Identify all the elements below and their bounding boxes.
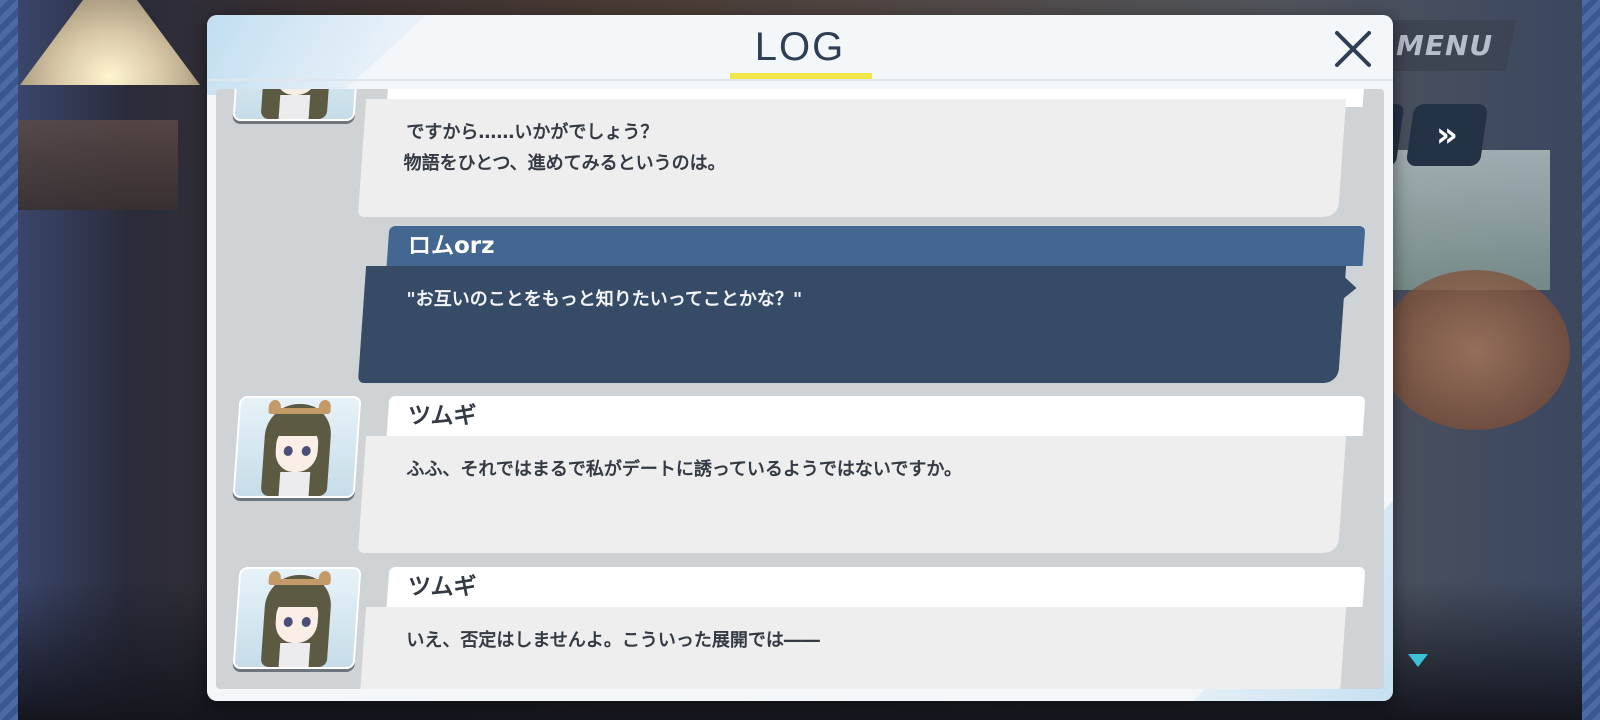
fast-forward-icon: » bbox=[1436, 115, 1458, 155]
message-line: ふふ、それではまるで私がデートに誘っているようではないですか。 bbox=[406, 459, 963, 480]
fast-forward-button[interactable]: » bbox=[1405, 104, 1489, 166]
next-indicator-icon bbox=[1408, 654, 1428, 667]
message-box: ですから……いかがでしょう？ 物語をひとつ、進めてみるというのは。 bbox=[357, 99, 1347, 217]
shelf bbox=[18, 120, 178, 210]
message-box: いえ、否定はしませんよ。こういった展開では―― bbox=[357, 607, 1347, 689]
speaker-name-bar: ロムorz bbox=[386, 226, 1366, 266]
dialog-title: LOG bbox=[754, 25, 846, 69]
log-entry-player: ロムorz "お互いのことをもっと知りたいってことかな？" bbox=[216, 226, 1384, 386]
right-border-stripe bbox=[1582, 0, 1600, 720]
left-border-stripe bbox=[0, 0, 18, 720]
message-line: ですから……いかがでしょう？ bbox=[406, 122, 659, 143]
ceiling-lamp bbox=[20, 0, 200, 85]
log-entry: ですから……いかがでしょう？ 物語をひとつ、進めてみるというのは。 bbox=[216, 89, 1384, 217]
avatar bbox=[232, 89, 362, 121]
speaker-name-bar: ツムギ bbox=[386, 396, 1366, 436]
message-line: "お互いのことをもっと知りたいってことかな？" bbox=[406, 289, 803, 310]
message-box: "お互いのことをもっと知りたいってことかな？" bbox=[357, 266, 1347, 383]
message-line: 物語をひとつ、進めてみるというのは。 bbox=[403, 153, 726, 174]
log-dialog: LOG ですから……いかがでしょう？ 物語をひとつ、進めてみるというのは。 ロム… bbox=[207, 15, 1393, 701]
cafe-window bbox=[1390, 150, 1550, 290]
title-underline bbox=[730, 73, 872, 79]
message-line: いえ、否定はしませんよ。こういった展開では―― bbox=[406, 630, 820, 651]
close-icon bbox=[1335, 31, 1371, 67]
speaker-name: ツムギ bbox=[408, 403, 477, 429]
log-scroll-area[interactable]: ですから……いかがでしょう？ 物語をひとつ、進めてみるというのは。 ロムorz … bbox=[216, 89, 1384, 689]
speaker-name: ツムギ bbox=[408, 574, 477, 600]
avatar bbox=[232, 567, 362, 669]
log-entry: ツムギ いえ、否定はしませんよ。こういった展開では―― bbox=[216, 567, 1384, 689]
dialog-header: LOG bbox=[207, 15, 1393, 81]
speaker-name-bar: ツムギ bbox=[386, 567, 1366, 607]
log-entry: ツムギ ふふ、それではまるで私がデートに誘っているようではないですか。 bbox=[216, 396, 1384, 556]
close-button[interactable] bbox=[1329, 25, 1379, 75]
menu-label: MENU bbox=[1395, 29, 1494, 62]
speaker-name: ロムorz bbox=[408, 233, 495, 259]
menu-button[interactable]: MENU bbox=[1372, 20, 1517, 71]
message-box: ふふ、それではまるで私がデートに誘っているようではないですか。 bbox=[357, 436, 1347, 553]
cafe-table bbox=[1380, 270, 1570, 430]
avatar bbox=[232, 396, 362, 498]
